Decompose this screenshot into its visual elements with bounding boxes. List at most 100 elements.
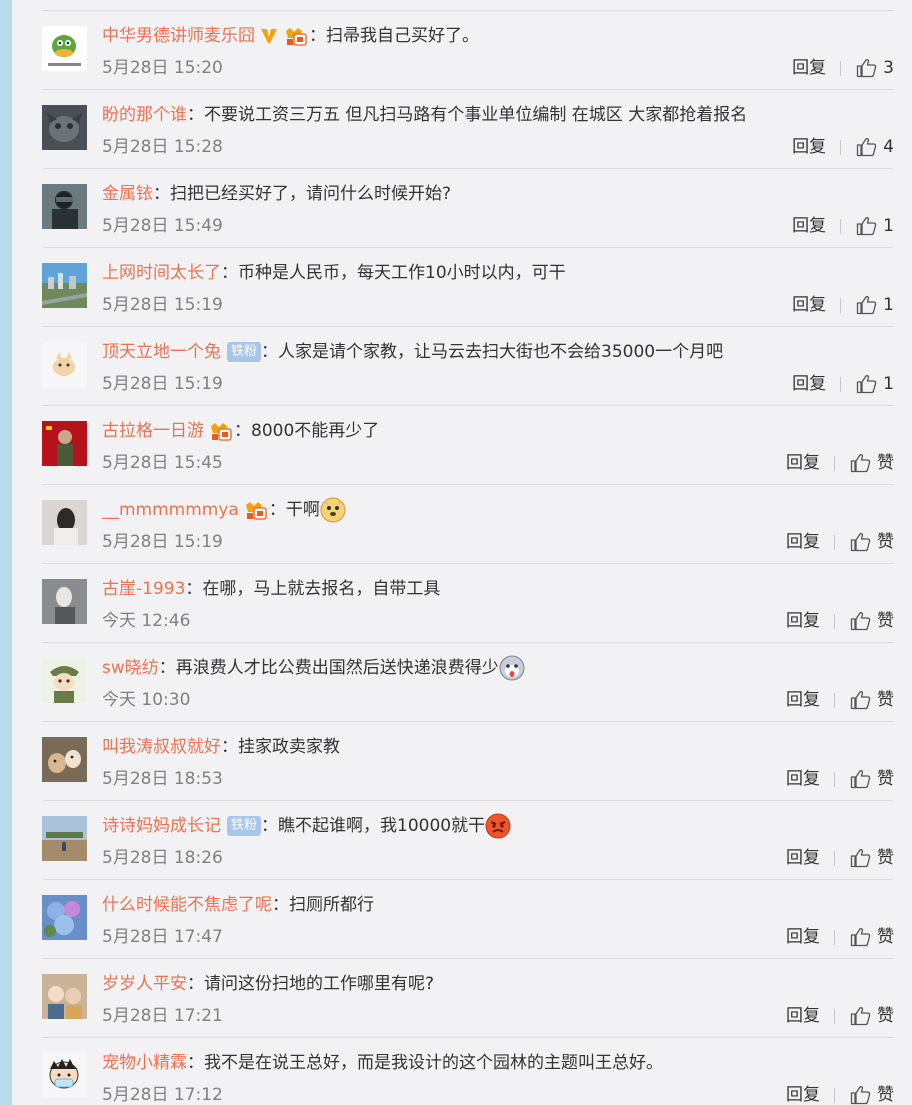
member-crown-icon xyxy=(211,423,232,441)
like-button[interactable]: 1 xyxy=(856,372,894,396)
comment-item: 盼的那个谁：不要说工资三万五 但凡扫马路有个事业单位编制 在城区 大家都抢着报名… xyxy=(42,90,894,169)
avatar[interactable] xyxy=(42,974,87,1019)
comment-text: 8000不能再少了 xyxy=(251,421,380,441)
reply-button[interactable]: 回复 xyxy=(786,530,820,554)
like-button[interactable]: 3 xyxy=(856,56,894,80)
comment-text: 请问这份扫地的工作哪里有呢? xyxy=(204,974,435,994)
thumbs-up-icon xyxy=(857,217,877,236)
comment-actions: 回复 1 xyxy=(792,293,894,317)
avatar[interactable] xyxy=(42,895,87,940)
comment-actions: 回复 4 xyxy=(792,135,894,159)
avatar[interactable] xyxy=(42,421,87,466)
reply-button[interactable]: 回复 xyxy=(792,293,826,317)
username-link[interactable]: 上网时间太长了 xyxy=(102,263,221,283)
timestamp: 5月28日 17:12 xyxy=(102,1085,223,1105)
avatar[interactable] xyxy=(42,26,87,71)
like-button[interactable]: 赞 xyxy=(850,925,894,949)
username-link[interactable]: 顶天立地一个兔 xyxy=(102,342,221,362)
timestamp: 5月28日 18:26 xyxy=(102,848,223,868)
username-link[interactable]: 古崖-1993 xyxy=(102,579,185,599)
vip-v-icon xyxy=(261,29,277,43)
reply-button[interactable]: 回复 xyxy=(786,846,820,870)
username-link[interactable]: 宠物小精霖 xyxy=(102,1053,187,1073)
username-link[interactable]: 什么时候能不焦虑了呢 xyxy=(102,895,272,915)
page: 中华男德讲师麦乐囧 ：扫帚我自己买好了。 5月28日 15:20 回复 3 盼的那个… xyxy=(0,0,912,1105)
avatar[interactable] xyxy=(42,737,87,782)
like-button[interactable]: 赞 xyxy=(850,451,894,475)
like-count: 赞 xyxy=(877,1006,894,1026)
comment-content: 古拉格一日游 ：8000不能再少了 xyxy=(102,416,379,446)
colon: ： xyxy=(234,421,251,441)
reply-button[interactable]: 回复 xyxy=(786,925,820,949)
thumbs-up-icon xyxy=(857,59,877,78)
like-button[interactable]: 赞 xyxy=(850,767,894,791)
comment-actions: 回复 1 xyxy=(792,214,894,238)
like-count: 3 xyxy=(883,58,894,78)
avatar[interactable] xyxy=(42,1053,87,1098)
avatar[interactable] xyxy=(42,658,87,703)
action-separator xyxy=(840,60,842,76)
like-button[interactable]: 赞 xyxy=(850,609,894,633)
action-separator xyxy=(840,218,842,234)
member-crown-icon xyxy=(245,502,267,520)
like-count: 赞 xyxy=(877,453,894,473)
reply-button[interactable]: 回复 xyxy=(792,214,826,238)
reply-button[interactable]: 回复 xyxy=(786,451,820,475)
like-button[interactable]: 赞 xyxy=(850,688,894,712)
action-separator xyxy=(834,929,835,945)
reply-button[interactable]: 回复 xyxy=(786,609,820,633)
like-button[interactable]: 1 xyxy=(856,214,894,238)
reply-button[interactable]: 回复 xyxy=(792,56,826,80)
comment-content: 金属铱：扫把已经买好了，请问什么时候开始? xyxy=(102,179,451,209)
avatar[interactable] xyxy=(42,105,87,150)
username-link[interactable]: 诗诗妈妈成长记 xyxy=(102,816,221,836)
action-separator xyxy=(840,376,842,392)
avatar[interactable] xyxy=(42,263,87,308)
colon: ： xyxy=(261,342,279,362)
reply-button[interactable]: 回复 xyxy=(786,1083,820,1105)
thumbs-up-icon xyxy=(850,928,871,947)
avatar[interactable] xyxy=(42,184,87,229)
thumbs-up-icon xyxy=(850,454,871,473)
comment-item: 古崖-1993：在哪，马上就去报名，自带工具 今天 12:46 回复 赞 xyxy=(42,564,894,643)
like-button[interactable]: 赞 xyxy=(850,1004,894,1028)
username-link[interactable]: 盼的那个谁 xyxy=(102,105,187,125)
like-button[interactable]: 1 xyxy=(856,293,894,317)
like-count: 1 xyxy=(883,295,894,315)
like-button[interactable]: 4 xyxy=(856,135,894,159)
username-link[interactable]: 金属铱 xyxy=(102,184,153,204)
avatar[interactable] xyxy=(42,342,87,387)
like-button[interactable]: 赞 xyxy=(850,846,894,870)
like-count: 赞 xyxy=(877,1085,894,1105)
thumbs-up-icon xyxy=(850,691,871,710)
username-link[interactable]: 岁岁人平安 xyxy=(102,974,187,994)
reply-button[interactable]: 回复 xyxy=(792,372,826,396)
member-crown-icon xyxy=(286,28,307,46)
action-separator xyxy=(840,139,842,155)
avatar[interactable] xyxy=(42,816,87,861)
reply-button[interactable]: 回复 xyxy=(792,135,826,159)
like-button[interactable]: 赞 xyxy=(850,530,894,554)
comment-text: 在哪，马上就去报名，自带工具 xyxy=(202,579,441,599)
reply-button[interactable]: 回复 xyxy=(786,1004,820,1028)
username-link[interactable]: 中华男德讲师麦乐囧 xyxy=(102,26,255,46)
comment-item: 古拉格一日游 ：8000不能再少了 5月28日 15:45 回复 赞 xyxy=(42,406,894,485)
username-link[interactable]: __mmmmmmya xyxy=(102,500,239,520)
comment-content: 宠物小精霖：我不是在说王总好，而是我设计的这个园林的主题叫王总好。 xyxy=(102,1048,663,1078)
avatar[interactable] xyxy=(42,579,87,624)
username-link[interactable]: 古拉格一日游 xyxy=(102,421,204,441)
reply-button[interactable]: 回复 xyxy=(786,688,820,712)
like-count: 赞 xyxy=(877,848,894,868)
reply-button[interactable]: 回复 xyxy=(786,767,820,791)
comment-text: 扫厕所都行 xyxy=(289,895,374,915)
username-link[interactable]: 叫我涛叔叔就好 xyxy=(102,737,221,757)
avatar[interactable] xyxy=(42,500,87,545)
like-button[interactable]: 赞 xyxy=(850,1083,894,1105)
like-count: 赞 xyxy=(877,690,894,710)
username-link[interactable]: sw晓纺 xyxy=(102,658,159,678)
comment-content: 顶天立地一个兔 铁粉 ：人家是请个家教，让马云去扫大街也不会给35000一个月吧 xyxy=(102,337,723,367)
fan-badge: 铁粉 xyxy=(227,342,262,362)
comment-item: 金属铱：扫把已经买好了，请问什么时候开始? 5月28日 15:49 回复 1 xyxy=(42,169,894,248)
comment-text: 扫把已经买好了，请问什么时候开始? xyxy=(170,184,452,204)
like-count: 4 xyxy=(883,137,894,157)
